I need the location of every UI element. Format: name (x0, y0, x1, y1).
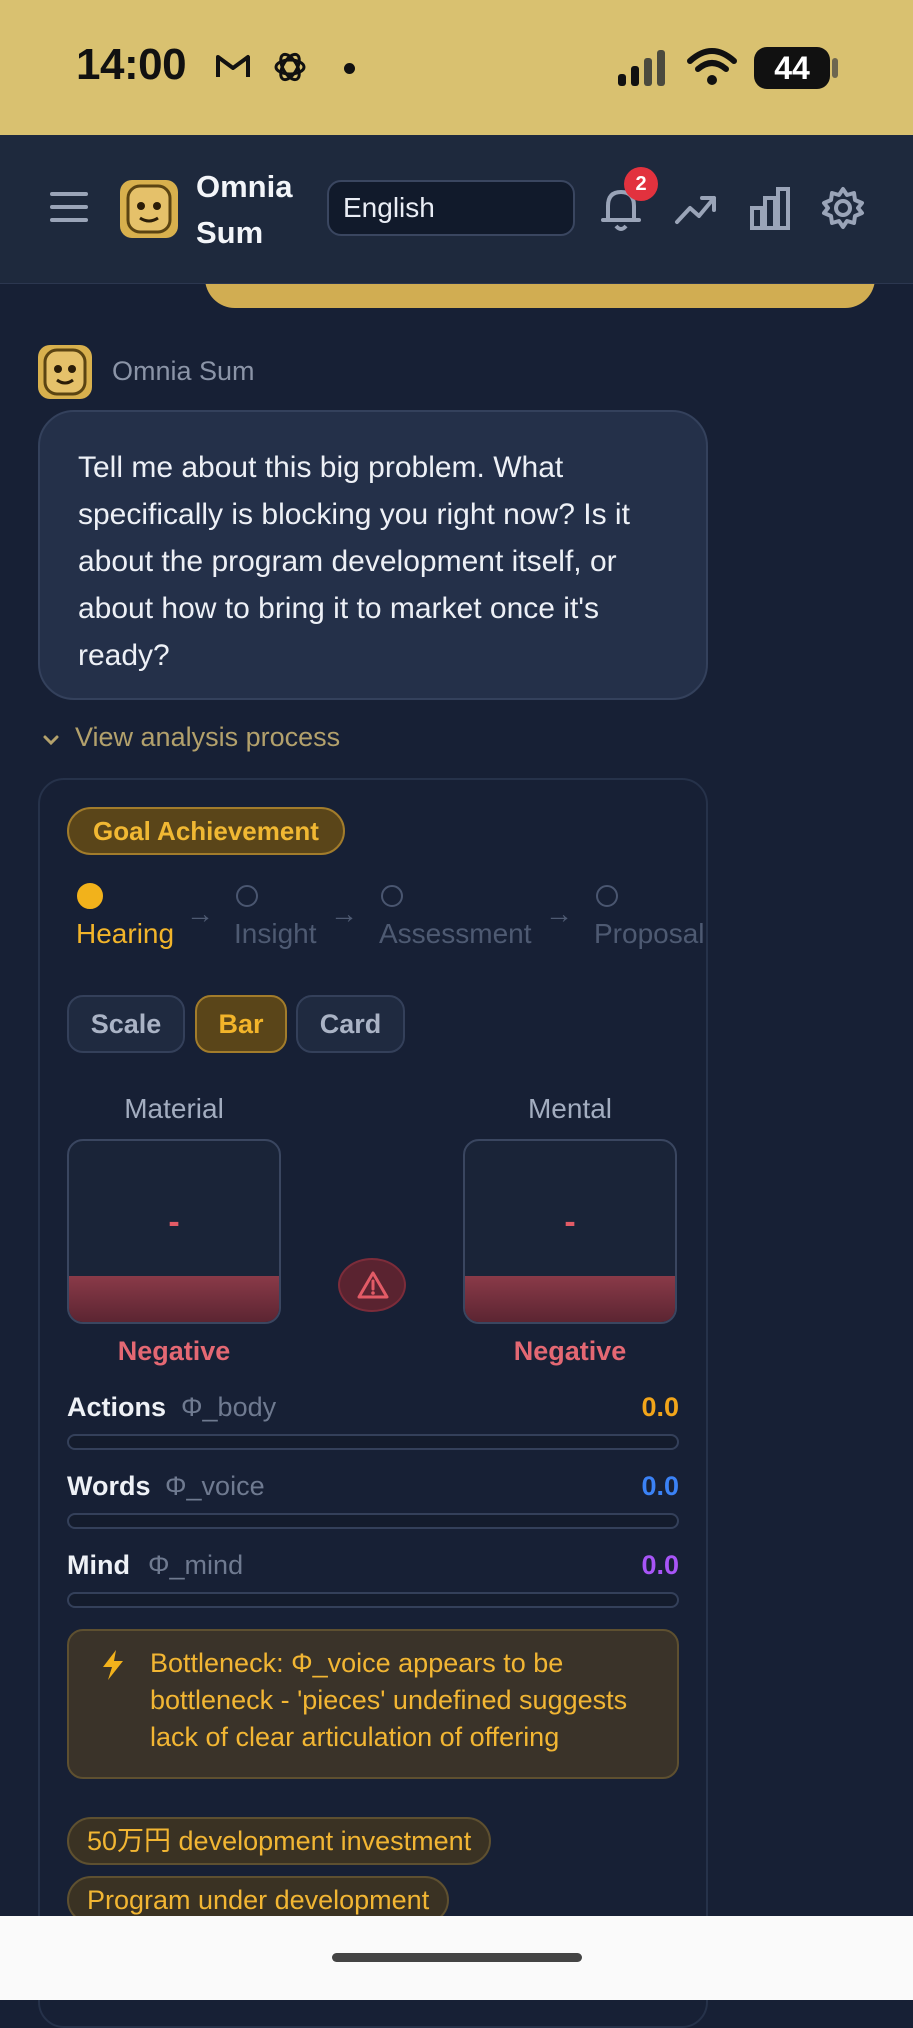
gauge-title-mental: Mental (527, 1093, 613, 1124)
metric-value-words: 0.0 (641, 1471, 679, 1501)
arrow-icon: → (330, 898, 358, 929)
bar-chart-icon[interactable] (749, 186, 791, 230)
gear-icon[interactable] (821, 186, 865, 230)
battery-level: 44 (774, 50, 810, 86)
trend-icon[interactable] (674, 190, 718, 228)
battery-icon: 44 (754, 47, 830, 89)
menu-icon[interactable] (50, 190, 88, 224)
metric-bar-actions (67, 1434, 679, 1450)
metric-symbol-mind: Φ_mind (148, 1550, 244, 1580)
metric-value-actions: 0.0 (641, 1392, 679, 1422)
step-hearing: Hearing (76, 918, 175, 949)
sender-name: Omnia Sum (112, 356, 255, 386)
app-title: Omnia Sum (196, 169, 293, 250)
metric-name-words: Words (67, 1471, 151, 1501)
app-logo (120, 180, 178, 238)
robot-face-icon (126, 184, 172, 234)
dot-icon (344, 63, 355, 74)
mental-gauge: - (463, 1139, 677, 1324)
step-proposal: Proposal (594, 918, 705, 949)
metric-name-mind: Mind (67, 1550, 130, 1580)
goal-badge: Goal Achievement (67, 807, 345, 855)
notification-badge: 2 (624, 167, 658, 201)
arrow-icon: → (545, 898, 573, 929)
home-indicator[interactable] (332, 1953, 582, 1962)
openai-icon (274, 52, 306, 82)
wifi-icon (687, 48, 737, 85)
metric-bar-mind (67, 1592, 679, 1608)
language-select[interactable]: English (327, 180, 575, 236)
gauge-value: - (564, 1203, 576, 1241)
sender-avatar (38, 345, 92, 399)
step-assessment: Assessment (379, 918, 532, 949)
gauge-value: - (168, 1203, 180, 1241)
step-dot-hearing (77, 883, 103, 909)
step-dot-proposal (596, 885, 618, 907)
metric-bar-words (67, 1513, 679, 1529)
gauge-fill (465, 1276, 675, 1322)
gmail-icon (216, 55, 250, 77)
step-dot-insight (236, 885, 258, 907)
step-dot-assessment (381, 885, 403, 907)
tab-bar[interactable]: Bar (195, 995, 287, 1053)
metric-symbol-actions: Φ_body (181, 1392, 277, 1422)
lightning-icon (103, 1650, 123, 1680)
gauge-fill (69, 1276, 279, 1322)
warning-icon (357, 1271, 389, 1299)
assistant-message: Tell me about this big problem. What spe… (38, 410, 708, 700)
gauge-status-mental: Negative (513, 1336, 627, 1366)
gauge-title-material: Material (124, 1093, 224, 1124)
battery-tip (832, 58, 838, 78)
signal-icon (618, 50, 665, 86)
metric-name-actions: Actions (67, 1392, 167, 1422)
status-time: 14:00 (76, 40, 187, 89)
material-gauge: - (67, 1139, 281, 1324)
chevron-down-icon[interactable] (42, 731, 60, 749)
view-analysis-toggle[interactable]: View analysis process (75, 722, 340, 753)
fact-tag: 50万円 development investment (67, 1817, 492, 1865)
bottleneck-text: Bottleneck: Φ_voice appears to be bottle… (150, 1648, 628, 1752)
warning-indicator (338, 1258, 406, 1312)
metric-value-mind: 0.0 (641, 1550, 679, 1580)
tab-scale[interactable]: Scale (67, 995, 185, 1053)
gauge-status-material: Negative (117, 1336, 231, 1366)
tab-card[interactable]: Card (296, 995, 405, 1053)
metric-symbol-words: Φ_voice (165, 1471, 265, 1501)
arrow-icon: → (186, 898, 214, 929)
step-insight: Insight (234, 918, 317, 949)
robot-face-icon (43, 348, 87, 396)
